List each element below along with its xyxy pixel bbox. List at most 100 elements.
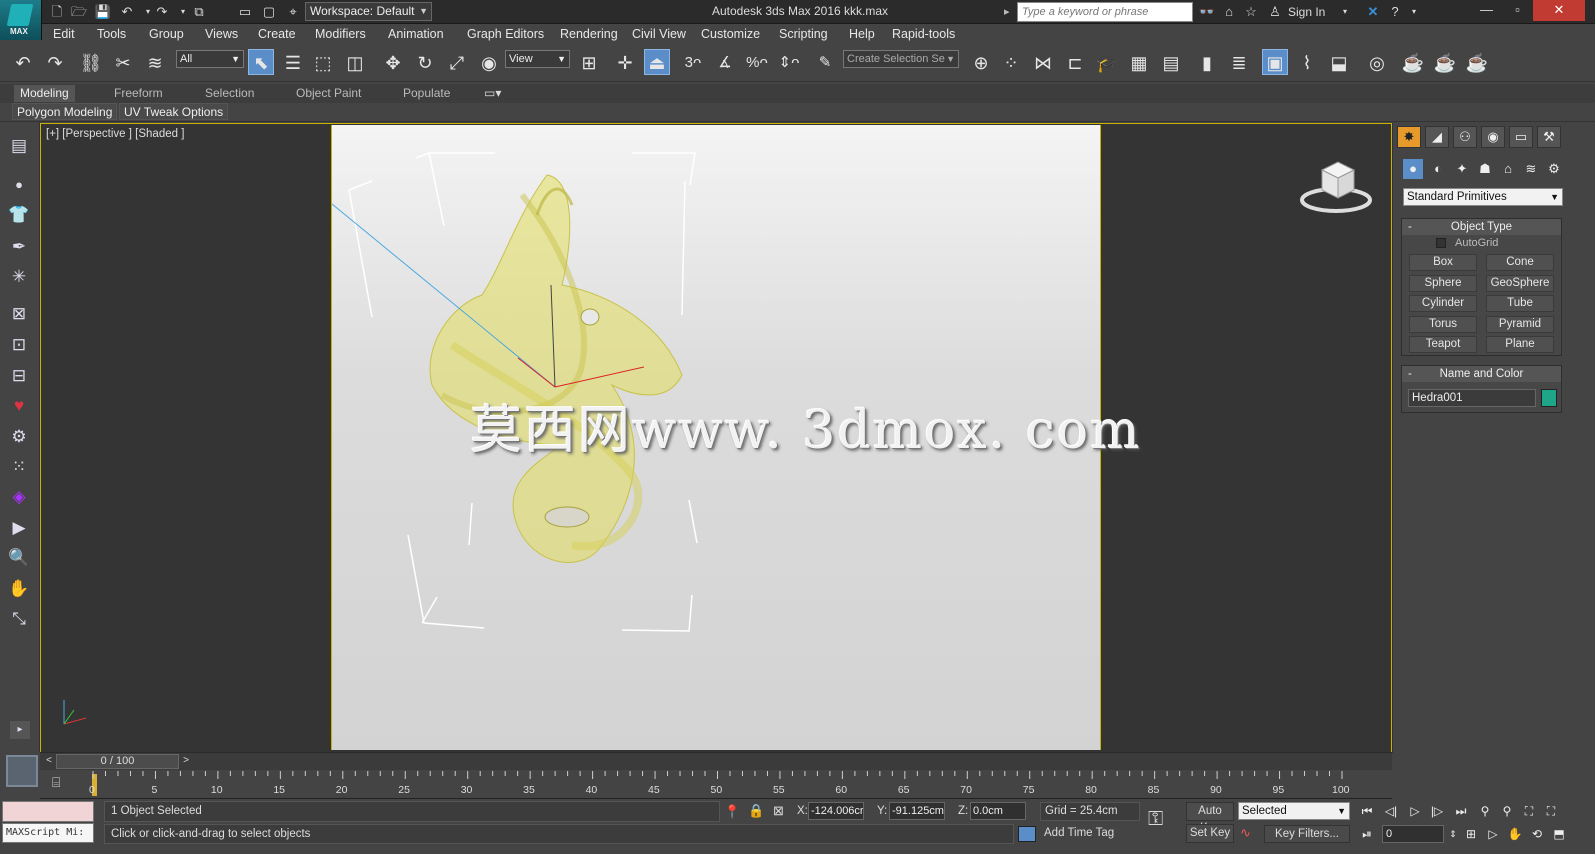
ribbon-uv-tweak-options[interactable]: UV Tweak Options — [119, 103, 229, 120]
maximize-viewport-icon[interactable]: ⬒ — [1550, 825, 1568, 843]
exchange-apps-icon[interactable]: ✕ — [1364, 3, 1382, 21]
viewcube[interactable] — [1300, 158, 1372, 214]
user-icon[interactable]: ♙ — [1266, 3, 1284, 21]
manipulate-icon[interactable]: ✛ — [612, 50, 638, 76]
ribbon-options-icon[interactable]: ▭▾ — [478, 85, 507, 102]
go-to-start-icon[interactable]: ⏮ — [1358, 802, 1376, 820]
new-file-icon[interactable]: 🗋 — [48, 3, 66, 21]
render-production-icon[interactable]: ☕ — [1464, 50, 1490, 76]
help-dropdown-icon[interactable]: ▾ — [1405, 3, 1423, 21]
subscription-icon[interactable]: ⌂ — [1220, 3, 1238, 21]
rectangular-selection-icon[interactable]: ⬚ — [310, 50, 336, 76]
menu-graph-editors[interactable]: Graph Editors — [467, 27, 544, 41]
y-coordinate-field[interactable]: -91.125cm — [889, 802, 945, 820]
time-configuration-icon[interactable]: ⊞ — [1462, 825, 1480, 843]
scene-explorer-icon[interactable]: ▤ — [6, 133, 32, 159]
modify-tab-icon[interactable]: ◢ — [1425, 126, 1449, 148]
menu-rendering[interactable]: Rendering — [560, 27, 618, 41]
viewport-label[interactable]: [+] [Perspective ] [Shaded ] — [46, 128, 184, 140]
maxscript-listener-top[interactable] — [2, 801, 94, 822]
autogrid-checkbox[interactable] — [1436, 238, 1446, 248]
track-view-icon[interactable]: ⌇ — [1294, 50, 1320, 76]
pyramid-button[interactable]: Pyramid — [1486, 316, 1554, 333]
ribbon-tab-modeling[interactable]: Modeling — [14, 85, 75, 102]
teapot-button[interactable]: Teapot — [1409, 336, 1477, 353]
next-frame-icon[interactable]: |▷ — [1428, 802, 1446, 820]
systems-icon[interactable]: ⚙ — [1544, 159, 1564, 179]
select-object-icon[interactable]: ⬉ — [248, 49, 274, 75]
previous-frame-icon[interactable]: ◁| — [1382, 802, 1400, 820]
align-icon[interactable]: ⊏ — [1062, 50, 1088, 76]
reference-coordinate-dropdown[interactable]: View ▼ — [505, 50, 570, 68]
cameras-icon[interactable]: ☗ — [1475, 159, 1495, 179]
tube-button[interactable]: Tube — [1486, 295, 1554, 312]
snapshot-icon[interactable]: ⁘ — [998, 50, 1024, 76]
z-coordinate-field[interactable]: 0.0cm — [970, 802, 1026, 820]
key-filters-button[interactable]: Key Filters... — [1264, 825, 1350, 843]
heart-tool-icon[interactable]: ♥ — [6, 393, 32, 419]
torus-button[interactable]: Torus — [1409, 316, 1477, 333]
dots-tool-icon[interactable]: ⁙ — [6, 454, 32, 480]
pivot-center-icon[interactable]: ⊞ — [576, 50, 602, 76]
orbit-icon[interactable]: ⤡ — [6, 606, 32, 632]
hierarchy-tab-icon[interactable]: ⚇ — [1453, 126, 1477, 148]
key-mode-icon[interactable]: ∿ — [1240, 825, 1251, 841]
material-editor-icon[interactable]: ◎ — [1364, 50, 1390, 76]
track-bar-toggle-icon[interactable]: ⌸ — [52, 774, 60, 791]
create-tab-icon[interactable]: ✸ — [1397, 126, 1421, 148]
signin-dropdown-icon[interactable]: ▾ — [1336, 3, 1354, 21]
percent-snap-icon[interactable]: %ᴖ — [744, 50, 770, 76]
sign-in-link[interactable]: Sign In — [1288, 5, 1325, 19]
sphere-icon[interactable]: ● — [6, 172, 32, 198]
gear-tool-icon[interactable]: ⚙ — [6, 424, 32, 450]
zoom-viewport-icon[interactable]: ⚲ — [1476, 802, 1494, 820]
workspace-dropdown[interactable]: Workspace: Default ▼ — [305, 2, 432, 21]
shapes-icon[interactable]: ◐ — [1428, 159, 1448, 179]
zoom-extents-all-icon[interactable]: ⛶ — [1542, 802, 1560, 820]
time-slider-thumb[interactable]: 0 / 100 — [56, 754, 179, 769]
set-key-button[interactable]: Set Key — [1186, 824, 1234, 843]
object-type-header[interactable]: - Object Type — [1402, 219, 1561, 235]
expand-left-icon[interactable]: ▸ — [10, 721, 30, 739]
plane-button[interactable]: Plane — [1486, 336, 1554, 353]
selection-filter-dropdown[interactable]: All ▼ — [176, 50, 244, 68]
menu-civil-view[interactable]: Civil View — [632, 27, 686, 41]
frame-spinner-icon[interactable]: ⇕ — [1444, 825, 1462, 843]
particle-icon[interactable]: ✳ — [6, 264, 32, 290]
menu-views[interactable]: Views — [205, 27, 238, 41]
angle-snap-icon[interactable]: ∡ — [712, 50, 738, 76]
mini-curve-editor-button[interactable] — [6, 755, 38, 787]
play-icon[interactable]: ▷ — [1406, 802, 1424, 820]
zoom-extents-icon[interactable]: ⛶ — [1520, 802, 1538, 820]
menu-scripting[interactable]: Scripting — [779, 27, 828, 41]
sphere-button[interactable]: Sphere — [1409, 275, 1477, 292]
select-and-scale-icon[interactable]: ⤢ — [444, 50, 470, 76]
field-of-view-icon[interactable]: ▷ — [1484, 825, 1502, 843]
favorites-star-icon[interactable]: ☆ — [1242, 3, 1260, 21]
menu-create[interactable]: Create — [258, 27, 296, 41]
display-tab-icon[interactable]: ▭ — [1509, 126, 1533, 148]
bind-space-warp-icon[interactable]: ≋ — [142, 50, 168, 76]
zoom-icon[interactable]: 🔍 — [6, 545, 32, 571]
play-tool-icon[interactable]: ▶ — [6, 515, 32, 541]
ribbon-tab-populate[interactable]: Populate — [397, 85, 456, 102]
add-time-tag-icon[interactable] — [1018, 826, 1036, 842]
scene-explorer-icon[interactable]: ▤ — [1158, 50, 1184, 76]
absolute-mode-icon[interactable]: ⊠ — [773, 803, 784, 819]
isolate-selection-icon[interactable]: ⊕ — [968, 50, 994, 76]
key-mode-toggle-icon[interactable]: ⏯ — [1358, 825, 1376, 843]
helpers-icon[interactable]: ⌂ — [1498, 159, 1518, 179]
isolate-pin-icon[interactable]: 📍 — [724, 804, 740, 820]
menu-customize[interactable]: Customize — [701, 27, 760, 41]
x-coordinate-field[interactable]: -124.006cr — [808, 802, 864, 820]
box-button[interactable]: Box — [1409, 254, 1477, 271]
utilities-tab-icon[interactable]: ⚒ — [1537, 126, 1561, 148]
search-input[interactable]: Type a keyword or phrase — [1017, 2, 1193, 22]
lights-icon[interactable]: ✦ — [1452, 159, 1472, 179]
ribbon-polygon-modeling[interactable]: Polygon Modeling — [12, 103, 118, 120]
unlink-selection-icon[interactable]: ✂ — [110, 50, 136, 76]
pan-view-icon[interactable]: ✋ — [1506, 825, 1524, 843]
hair-brush-icon[interactable]: ✒ — [6, 234, 32, 260]
schematic-view-icon[interactable]: ▣ — [1262, 49, 1288, 75]
hold-icon[interactable]: ⧉ — [190, 3, 208, 21]
